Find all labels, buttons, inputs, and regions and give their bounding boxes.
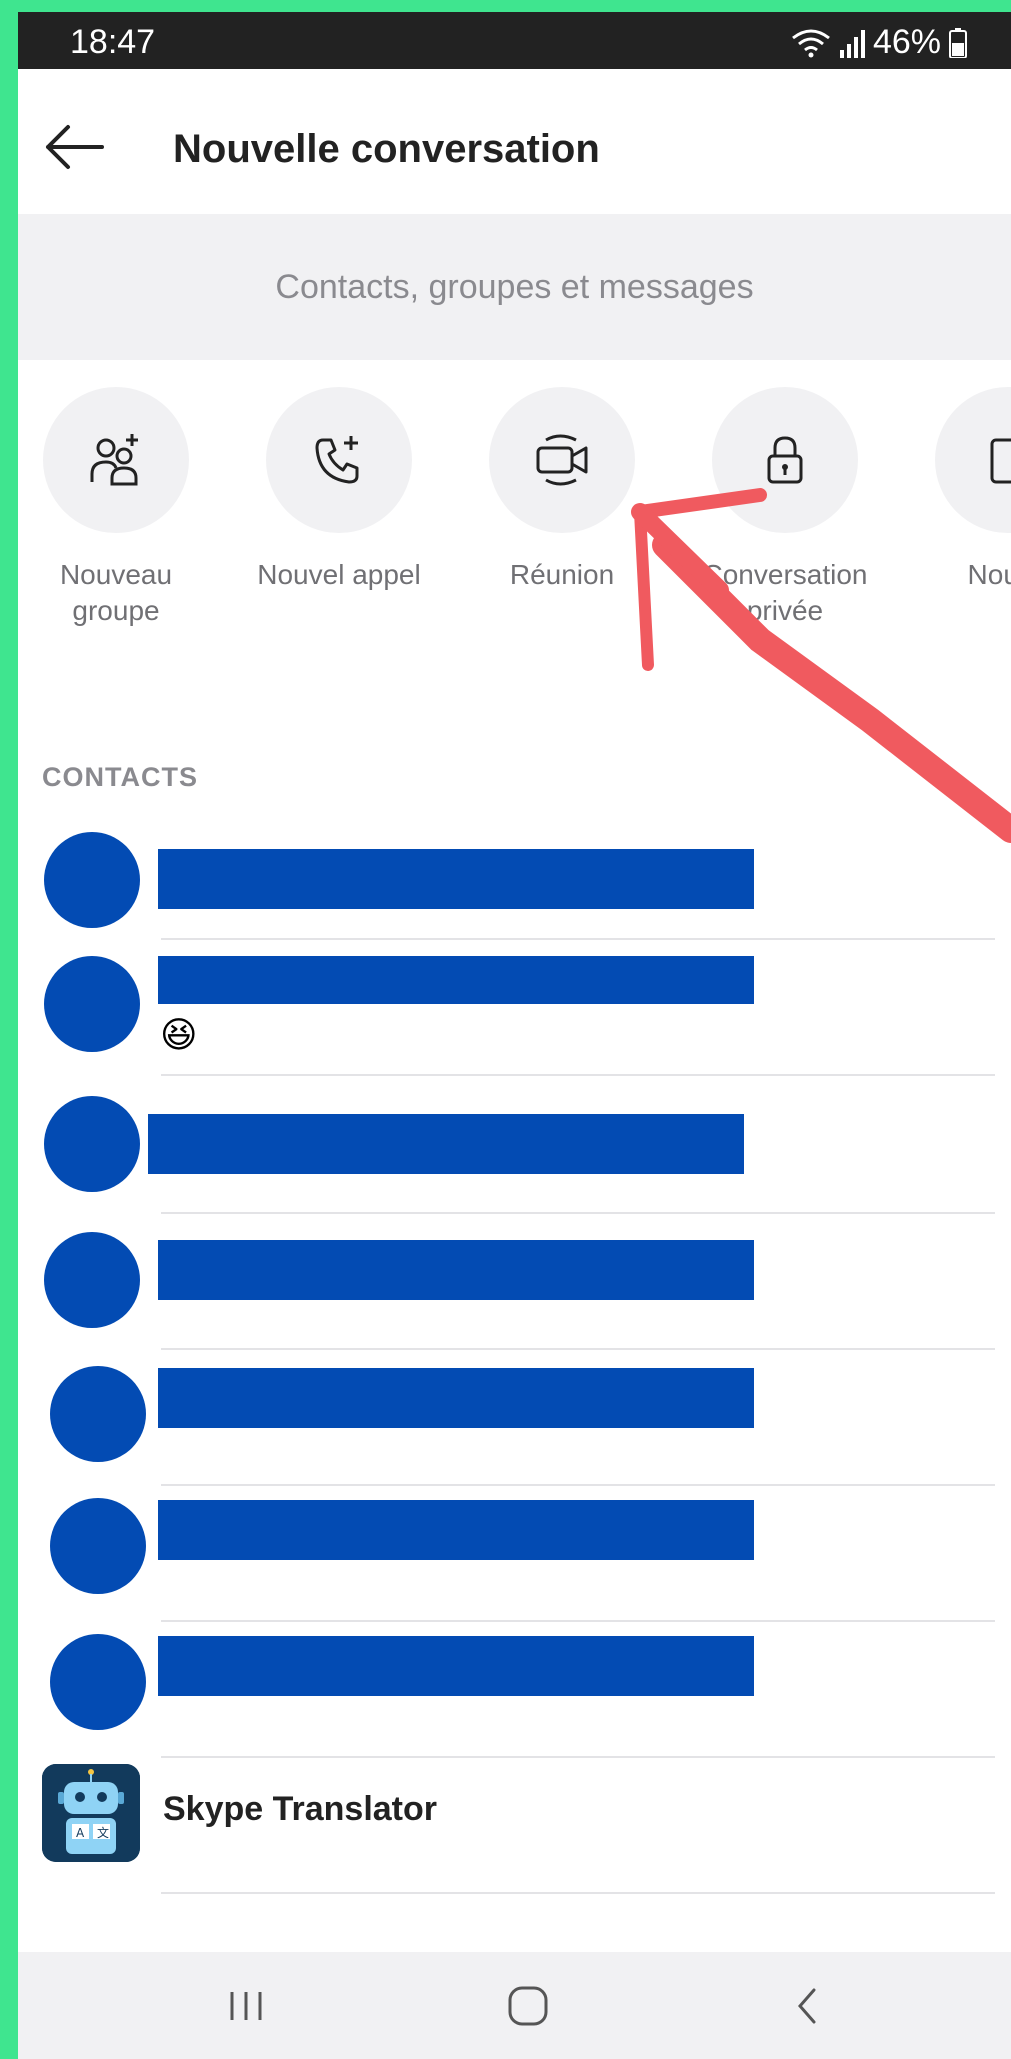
search-input[interactable] bbox=[18, 214, 1011, 360]
page-title: Nouvelle conversation bbox=[173, 127, 600, 171]
contact-row[interactable] bbox=[18, 822, 1011, 942]
arrow-left-icon bbox=[46, 125, 104, 169]
avatar bbox=[44, 1096, 140, 1192]
divider bbox=[161, 1074, 995, 1076]
redacted-name bbox=[158, 1368, 754, 1428]
action-circle bbox=[489, 387, 635, 533]
signal-icon bbox=[839, 29, 865, 58]
action-circle bbox=[712, 387, 858, 533]
battery-icon bbox=[949, 27, 967, 58]
action-circle bbox=[43, 387, 189, 533]
contact-row[interactable]: 😆 bbox=[18, 942, 1011, 1078]
avatar bbox=[50, 1498, 146, 1594]
status-right: 46% bbox=[791, 23, 967, 62]
recents-button[interactable] bbox=[218, 1980, 278, 2032]
contact-row[interactable] bbox=[18, 1486, 1011, 1622]
contact-row[interactable] bbox=[18, 1350, 1011, 1486]
avatar bbox=[50, 1634, 146, 1730]
group-add-icon bbox=[90, 434, 138, 486]
phone-add-icon bbox=[315, 436, 359, 484]
divider bbox=[161, 938, 995, 940]
avatar bbox=[44, 956, 140, 1052]
battery-percent: 46% bbox=[872, 23, 941, 61]
action-circle bbox=[266, 387, 412, 533]
action-label: Conversation privée bbox=[702, 559, 868, 626]
redacted-name bbox=[158, 1240, 754, 1300]
action-label: Nouve bbox=[967, 559, 1011, 590]
status-bar: 18:47 46% bbox=[18, 12, 1011, 69]
redacted-name bbox=[158, 1500, 754, 1560]
redacted-name bbox=[158, 849, 754, 909]
header: Nouvelle conversation bbox=[18, 69, 1011, 226]
back-nav-button[interactable] bbox=[778, 1980, 838, 2032]
home-button[interactable] bbox=[498, 1980, 558, 2032]
new-group-button[interactable]: Nouveau groupe bbox=[18, 387, 216, 629]
divider bbox=[161, 1892, 995, 1894]
avatar bbox=[44, 1232, 140, 1328]
contacts-section-title: CONTACTS bbox=[42, 762, 198, 792]
status-time: 18:47 bbox=[70, 23, 156, 61]
svg-text:文: 文 bbox=[97, 1825, 109, 1840]
back-nav-icon bbox=[798, 1988, 816, 2024]
avatar bbox=[50, 1366, 146, 1462]
recents-icon bbox=[230, 1992, 262, 2020]
svg-text:A: A bbox=[76, 1826, 85, 1840]
robot-translator-icon: A 文 bbox=[42, 1764, 140, 1862]
new-call-button[interactable]: Nouvel appel bbox=[239, 387, 439, 593]
status-emoji: 😆 bbox=[160, 1014, 198, 1055]
contact-row[interactable] bbox=[18, 1214, 1011, 1350]
translator-name: Skype Translator bbox=[163, 1790, 438, 1828]
contact-row[interactable] bbox=[18, 1078, 1011, 1214]
avatar bbox=[44, 832, 140, 928]
video-meeting-icon bbox=[536, 434, 588, 486]
action-circle bbox=[935, 387, 1011, 533]
redacted-name bbox=[158, 1636, 754, 1696]
back-button[interactable] bbox=[42, 119, 104, 175]
private-conversation-button[interactable]: Conversation privée bbox=[685, 387, 885, 629]
meeting-button[interactable]: Réunion bbox=[462, 387, 662, 593]
system-nav-bar bbox=[18, 1952, 1011, 2059]
redacted-name bbox=[158, 956, 754, 1004]
contact-row[interactable] bbox=[18, 1622, 1011, 1758]
action-label: Nouveau groupe bbox=[59, 559, 173, 626]
lock-icon bbox=[767, 436, 803, 484]
home-icon bbox=[508, 1986, 548, 2026]
phone-screen: 18:47 46% Nouvelle conversation Contacts… bbox=[18, 12, 1011, 2059]
device-icon bbox=[990, 438, 1011, 484]
new-more-button[interactable]: Nouve bbox=[908, 387, 1011, 593]
redacted-name bbox=[148, 1114, 744, 1174]
quick-actions: Nouveau groupe Nouvel appel Réunion Conv… bbox=[18, 387, 1011, 667]
action-label: Réunion bbox=[509, 559, 615, 590]
wifi-icon bbox=[792, 29, 830, 57]
action-label: Nouvel appel bbox=[257, 559, 421, 590]
